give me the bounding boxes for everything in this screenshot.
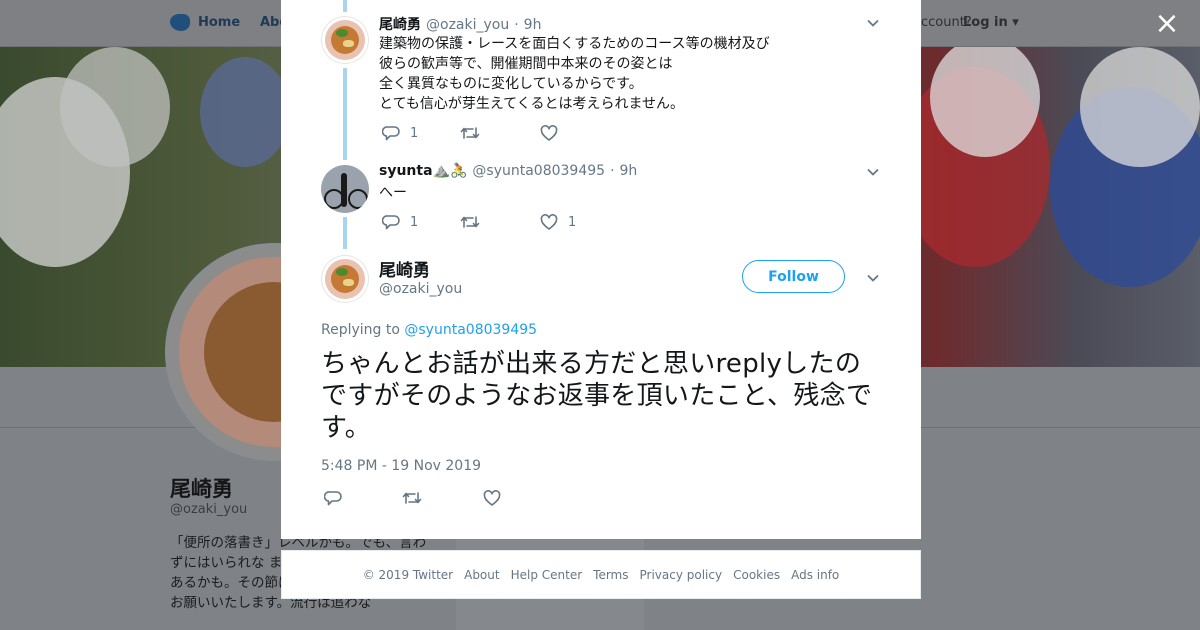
tweet-author-name[interactable]: syunta⛰️🚴 bbox=[379, 163, 467, 179]
retweet-icon bbox=[460, 127, 480, 139]
tweet-author-handle[interactable]: @syunta08039495 bbox=[472, 163, 605, 179]
reply-count: 1 bbox=[410, 215, 419, 230]
modal-footer: © 2019 Twitter About Help Center Terms P… bbox=[281, 550, 921, 599]
retweet-button[interactable] bbox=[460, 125, 490, 141]
like-button[interactable] bbox=[540, 125, 568, 142]
tweet-time[interactable]: 9h bbox=[620, 163, 638, 179]
profile-handle: @ozaki_you bbox=[170, 502, 248, 517]
close-icon[interactable]: × bbox=[1152, 9, 1182, 40]
footer-link-ads-info[interactable]: Ads info bbox=[791, 568, 839, 582]
main-tweet-timestamp[interactable]: 5:48 PM - 19 Nov 2019 bbox=[321, 458, 481, 474]
like-icon bbox=[540, 125, 558, 141]
tweet-text: 建築物の保護・レースを面白くするためのコース等の機材及び 彼らの歓声等で、開催期… bbox=[379, 36, 770, 112]
like-button[interactable] bbox=[483, 490, 501, 507]
nav-home-label: Home bbox=[198, 15, 241, 30]
tweet-header: 尾崎勇 @ozaki_you · 9h bbox=[379, 14, 541, 34]
follow-button[interactable]: Follow bbox=[742, 260, 845, 293]
profile-name: 尾崎勇 bbox=[170, 477, 233, 501]
chevron-down-icon[interactable] bbox=[866, 16, 880, 30]
chevron-down-icon[interactable] bbox=[866, 165, 880, 179]
tweet-separator: · bbox=[514, 17, 519, 33]
tweet-permalink-modal: 尾崎勇 @ozaki_you · 9h 建築物の保護・レースを面白くするためのコ… bbox=[281, 0, 921, 539]
retweet-button[interactable] bbox=[402, 490, 422, 506]
thread-line bbox=[343, 217, 347, 249]
replying-to-link[interactable]: @syunta08039495 bbox=[404, 322, 537, 338]
footer-link-terms[interactable]: Terms bbox=[593, 568, 628, 582]
like-button[interactable]: 1 bbox=[540, 214, 576, 231]
replying-to: Replying to @syunta08039495 bbox=[321, 322, 537, 338]
main-tweet-author-handle[interactable]: @ozaki_you bbox=[379, 281, 462, 297]
reply-count: 1 bbox=[410, 126, 419, 141]
tweet-time[interactable]: 9h bbox=[524, 17, 542, 33]
tweet-author-name[interactable]: 尾崎勇 bbox=[379, 14, 421, 34]
twitter-bird-icon bbox=[170, 14, 190, 31]
reply-icon bbox=[382, 126, 400, 141]
footer-link-privacy[interactable]: Privacy policy bbox=[640, 568, 723, 582]
thread-line bbox=[343, 0, 347, 12]
thread-line bbox=[343, 68, 347, 160]
main-tweet-text: ちゃんとお話が出来る方だと思いreplyしたのですがそのようなお返事を頂いたこと… bbox=[321, 349, 873, 443]
reply-button[interactable]: 1 bbox=[382, 125, 418, 142]
tweet-separator: · bbox=[610, 163, 615, 179]
reply-button[interactable]: 1 bbox=[382, 214, 418, 231]
main-tweet-author-name[interactable]: 尾崎勇 bbox=[379, 256, 430, 281]
like-count: 1 bbox=[568, 215, 577, 230]
tweet-text: へー bbox=[379, 185, 407, 201]
nav-login-link[interactable]: Log in ▾ bbox=[963, 15, 1019, 30]
retweet-icon bbox=[402, 492, 422, 504]
retweet-icon bbox=[460, 216, 480, 228]
tweet-avatar[interactable] bbox=[321, 16, 369, 64]
like-icon bbox=[540, 214, 558, 230]
chevron-down-icon[interactable] bbox=[866, 271, 880, 285]
reply-icon bbox=[382, 215, 400, 230]
main-tweet-avatar[interactable] bbox=[321, 255, 369, 303]
reply-button[interactable] bbox=[324, 490, 342, 507]
footer-copyright: © 2019 Twitter bbox=[362, 567, 454, 582]
like-icon bbox=[483, 490, 501, 506]
retweet-button[interactable] bbox=[460, 214, 490, 230]
tweet-author-handle[interactable]: @ozaki_you bbox=[426, 17, 509, 33]
replying-prefix: Replying to bbox=[321, 322, 400, 338]
footer-link-about[interactable]: About bbox=[464, 568, 499, 582]
tweet-avatar[interactable] bbox=[321, 165, 369, 213]
reply-icon bbox=[324, 491, 342, 506]
tweet-header: syunta⛰️🚴 @syunta08039495 · 9h bbox=[379, 163, 637, 179]
footer-link-cookies[interactable]: Cookies bbox=[733, 568, 780, 582]
nav-home-link[interactable]: Home bbox=[170, 14, 240, 31]
footer-link-help-center[interactable]: Help Center bbox=[511, 568, 583, 582]
